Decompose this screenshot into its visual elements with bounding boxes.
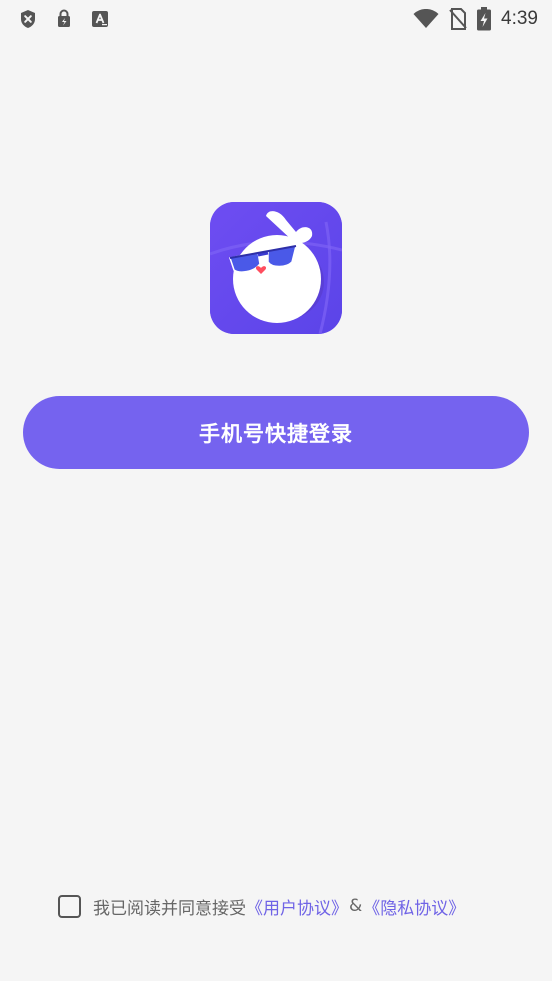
agreement-checkbox[interactable] xyxy=(58,894,81,918)
login-screen: 4:39 手机号快捷登录 我已阅读并同意接受 《用户协议》 & 《隐私协议》 xyxy=(0,0,552,981)
phone-quick-login-label: 手机号快捷登录 xyxy=(199,421,353,446)
lock-bag-icon xyxy=(54,9,74,29)
battery-charging-icon xyxy=(477,7,492,31)
wifi-icon xyxy=(413,9,439,29)
user-agreement-link[interactable]: 《用户协议》 xyxy=(246,894,348,919)
shield-x-icon xyxy=(18,9,38,29)
status-time: 4:39 xyxy=(501,8,538,29)
agreement-row: 我已阅读并同意接受 《用户协议》 & 《隐私协议》 xyxy=(58,892,465,920)
privacy-agreement-link[interactable]: 《隐私协议》 xyxy=(363,894,465,919)
agreement-separator: & xyxy=(349,896,363,916)
phone-quick-login-button[interactable]: 手机号快捷登录 xyxy=(23,396,529,469)
status-bar: 4:39 xyxy=(0,0,552,38)
agreement-prefix: 我已阅读并同意接受 xyxy=(93,898,246,919)
no-sim-icon xyxy=(449,8,467,30)
status-bar-left xyxy=(18,9,126,29)
app-logo xyxy=(210,202,342,334)
status-bar-right: 4:39 xyxy=(403,7,538,31)
font-a-icon xyxy=(90,9,110,29)
